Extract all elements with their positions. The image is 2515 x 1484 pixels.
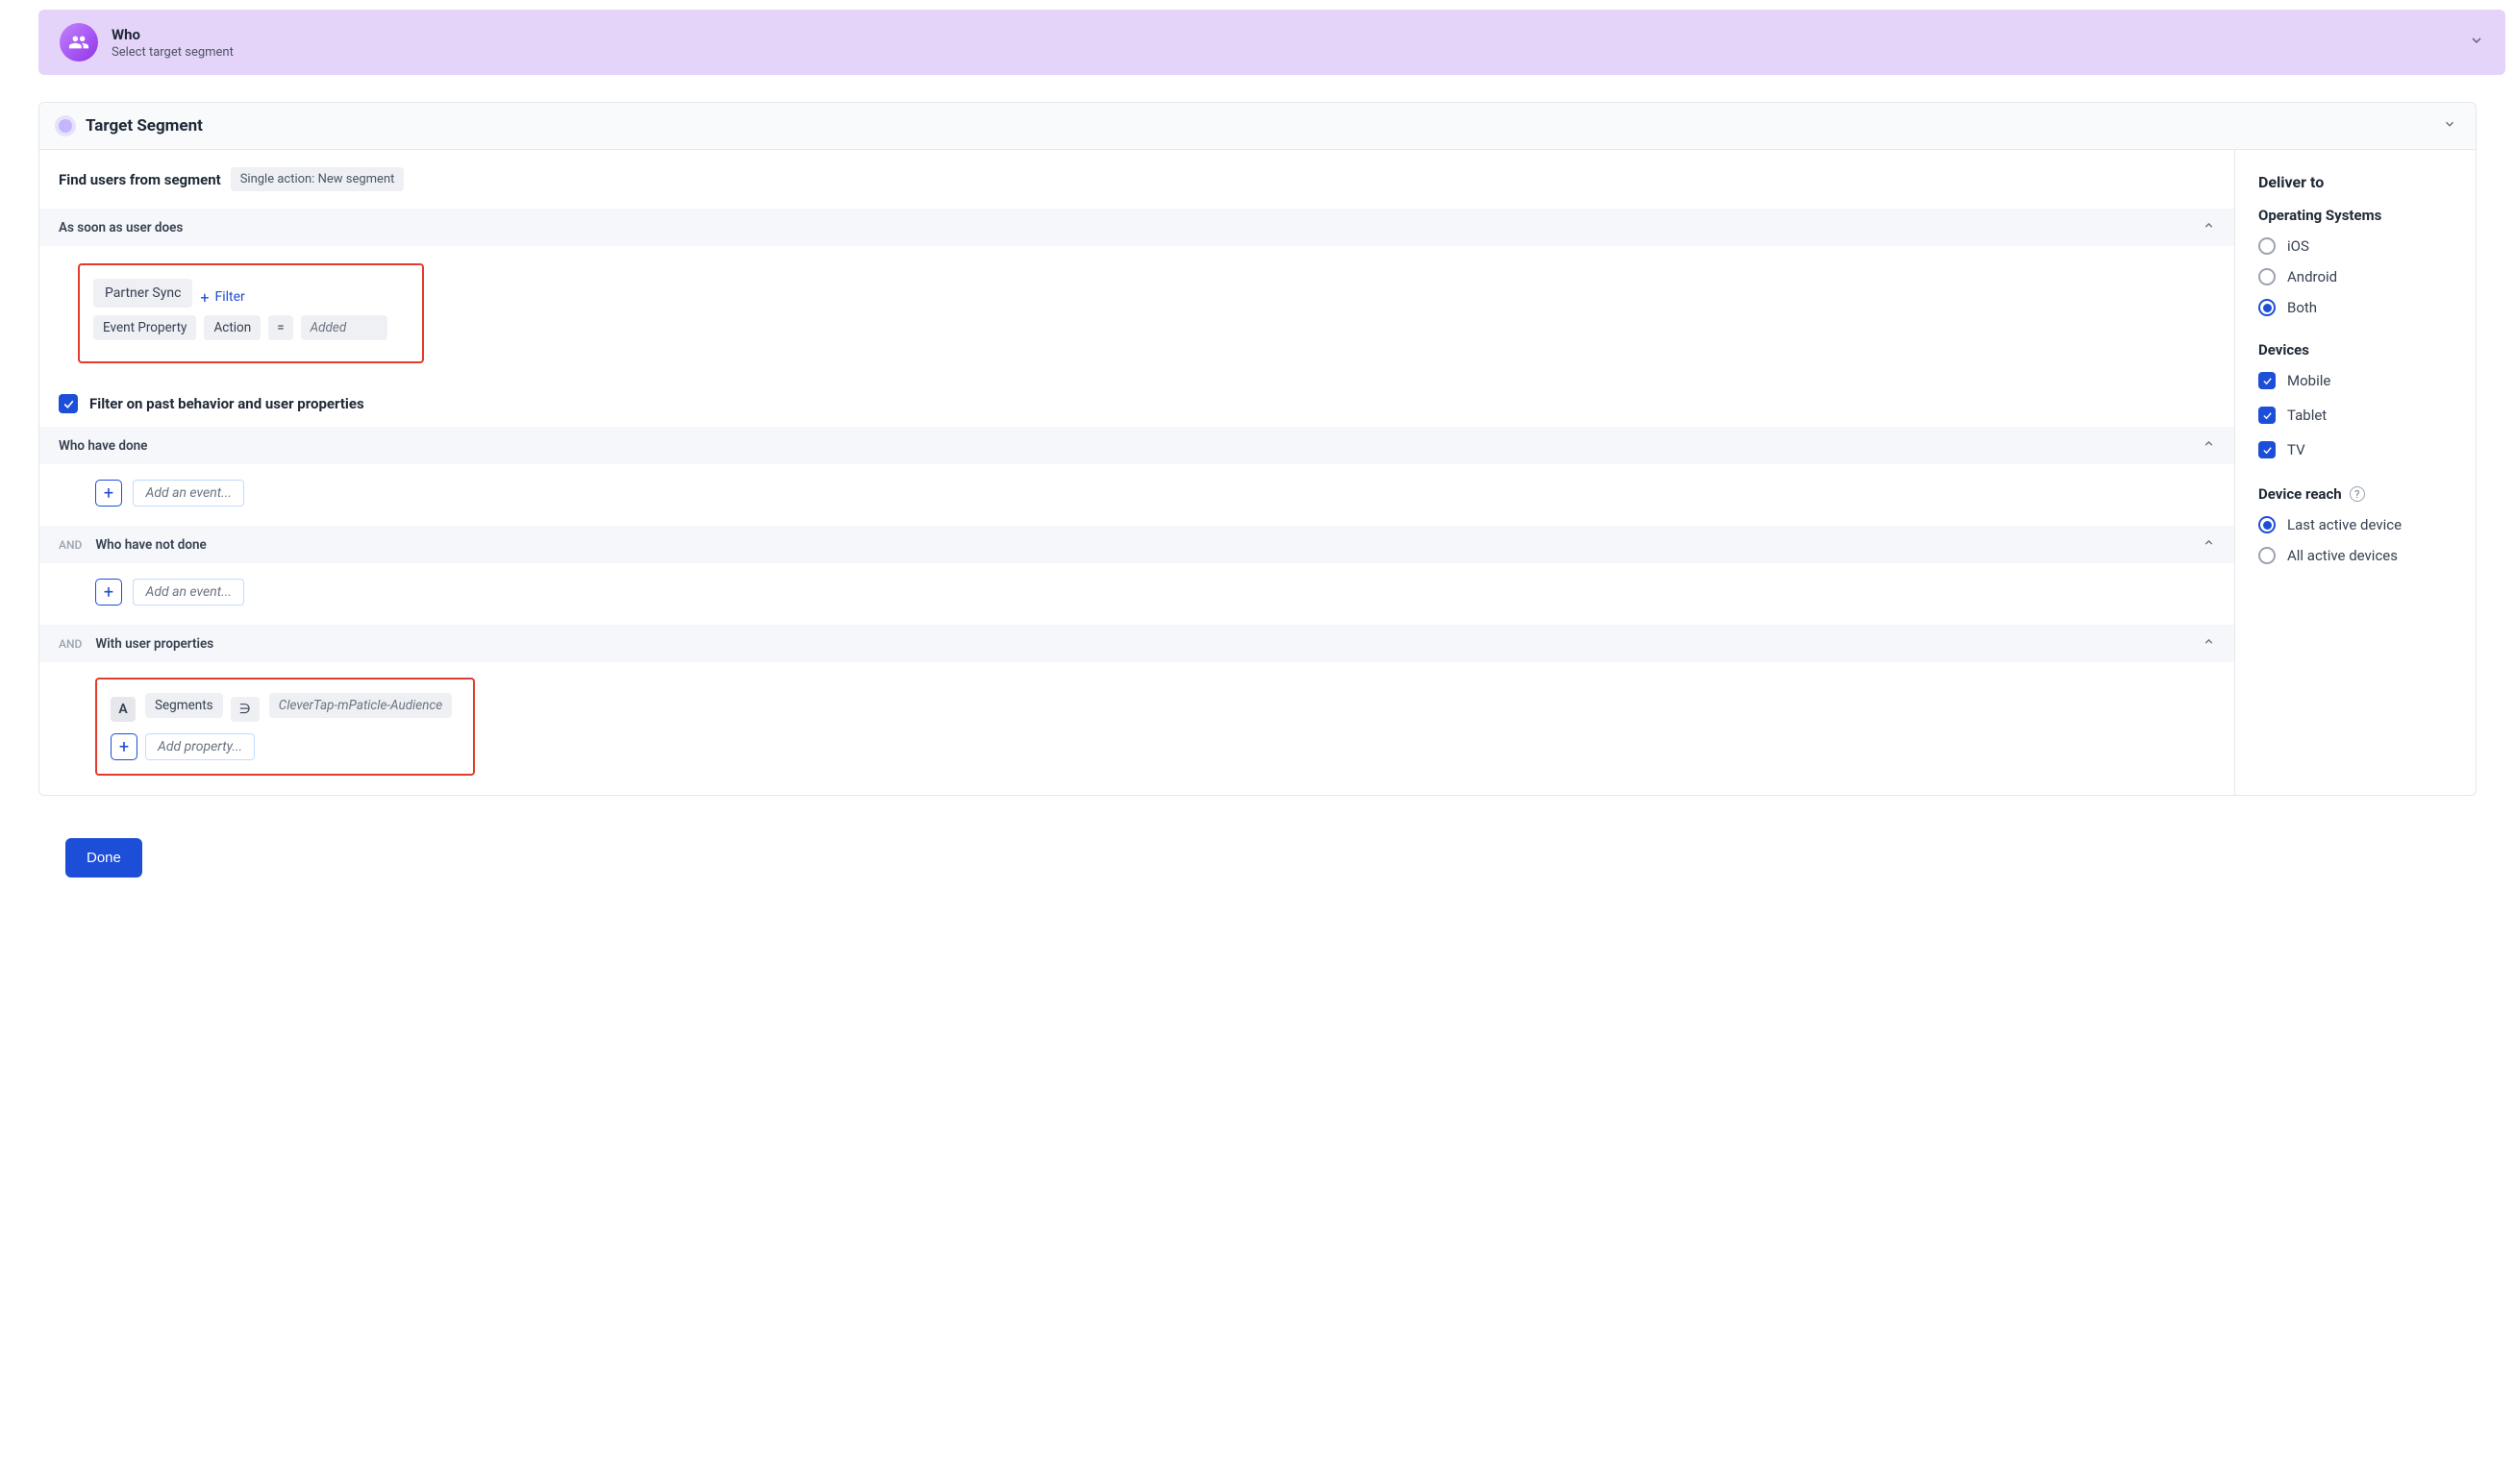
chevron-up-icon[interactable]: [2203, 437, 2215, 454]
device-mobile-label: Mobile: [2287, 372, 2330, 389]
past-behavior-checkbox[interactable]: [59, 394, 78, 413]
property-value-chip[interactable]: CleverTap-mPaticle-Audience: [269, 693, 452, 718]
reach-radio-last[interactable]: Last active device: [2258, 516, 2456, 533]
os-both-label: Both: [2287, 299, 2317, 316]
have-done-title: Who have done: [59, 438, 147, 454]
os-android-label: Android: [2287, 268, 2337, 285]
left-column: Find users from segment Single action: N…: [39, 150, 2235, 795]
chevron-down-icon[interactable]: [2443, 117, 2456, 135]
plus-icon: +: [200, 288, 209, 307]
checkbox-checked-icon: [2258, 441, 2276, 458]
who-title: Who: [112, 26, 234, 43]
chevron-up-icon[interactable]: [2203, 219, 2215, 235]
add-property-button[interactable]: +: [111, 733, 137, 760]
have-not-done-bar: AND Who have not done: [39, 526, 2234, 563]
radio-selected-icon: [2258, 299, 2276, 316]
os-heading: Operating Systems: [2258, 207, 2456, 224]
os-radio-ios[interactable]: iOS: [2258, 237, 2456, 255]
property-value-chip[interactable]: Added: [301, 315, 387, 340]
card-header: Target Segment: [39, 103, 2476, 150]
user-props-area: A Segments ∋ CleverTap-mPaticle-Audience…: [39, 662, 2234, 795]
operator-chip[interactable]: =: [268, 315, 292, 340]
device-tv-label: TV: [2287, 441, 2305, 458]
who-banner: Who Select target segment: [38, 10, 2505, 75]
past-behavior-label: Filter on past behavior and user propert…: [89, 395, 364, 412]
radio-icon: [2258, 237, 2276, 255]
trigger-section-title: As soon as user does: [59, 220, 183, 235]
clause-badge: A: [111, 697, 136, 722]
checkbox-checked-icon: [2258, 372, 2276, 389]
property-key-chip[interactable]: Segments: [145, 693, 223, 718]
card-title: Target Segment: [86, 116, 203, 136]
and-label: AND: [59, 637, 82, 651]
who-subtitle: Select target segment: [112, 45, 234, 60]
event-chip[interactable]: Partner Sync: [93, 279, 192, 308]
help-icon[interactable]: ?: [2350, 486, 2365, 502]
add-filter-link[interactable]: + Filter: [200, 288, 244, 307]
trigger-section-bar: As soon as user does: [39, 209, 2234, 246]
device-tablet-label: Tablet: [2287, 407, 2327, 424]
filter-link-label: Filter: [214, 289, 244, 305]
os-ios-label: iOS: [2287, 237, 2309, 255]
reach-all-label: All active devices: [2287, 547, 2398, 564]
deliver-to-heading: Deliver to: [2258, 173, 2456, 191]
trigger-highlight-box: Partner Sync + Filter Event Property Act…: [78, 263, 424, 363]
have-not-done-area: + Add an event...: [39, 563, 2234, 625]
radio-icon: [2258, 268, 2276, 285]
event-property-chip[interactable]: Event Property: [93, 315, 196, 340]
radio-selected-icon: [2258, 516, 2276, 533]
device-reach-heading: Device reach: [2258, 485, 2342, 503]
find-users-label: Find users from segment: [59, 171, 221, 188]
reach-last-label: Last active device: [2287, 516, 2402, 533]
os-radio-android[interactable]: Android: [2258, 268, 2456, 285]
who-text: Who Select target segment: [112, 26, 234, 60]
segment-pill[interactable]: Single action: New segment: [231, 167, 405, 191]
user-props-highlight-box: A Segments ∋ CleverTap-mPaticle-Audience…: [95, 678, 475, 776]
devices-heading: Devices: [2258, 341, 2456, 359]
add-event-button[interactable]: +: [95, 579, 122, 606]
find-users-row: Find users from segment Single action: N…: [39, 150, 2234, 209]
users-icon: [60, 23, 98, 62]
device-checkbox-mobile[interactable]: Mobile: [2258, 372, 2456, 389]
chevron-up-icon[interactable]: [2203, 635, 2215, 652]
done-button[interactable]: Done: [65, 838, 142, 878]
right-column: Deliver to Operating Systems iOS Android…: [2235, 150, 2476, 795]
user-props-title: With user properties: [95, 636, 213, 652]
and-label: AND: [59, 538, 82, 552]
have-done-bar: Who have done: [39, 427, 2234, 464]
trigger-filter-block: Partner Sync + Filter Event Property Act…: [39, 246, 2234, 384]
add-event-button[interactable]: +: [95, 480, 122, 507]
add-property-placeholder[interactable]: Add property...: [145, 733, 255, 760]
operator-chip[interactable]: ∋: [231, 697, 260, 722]
os-radio-both[interactable]: Both: [2258, 299, 2456, 316]
property-key-chip[interactable]: Action: [204, 315, 261, 340]
have-not-done-title: Who have not done: [95, 537, 206, 553]
checkbox-checked-icon: [2258, 407, 2276, 424]
chevron-up-icon[interactable]: [2203, 536, 2215, 553]
reach-radio-all[interactable]: All active devices: [2258, 547, 2456, 564]
past-behavior-checkbox-row: Filter on past behavior and user propert…: [39, 384, 2234, 427]
radio-icon: [2258, 547, 2276, 564]
add-event-placeholder[interactable]: Add an event...: [133, 480, 243, 507]
device-checkbox-tablet[interactable]: Tablet: [2258, 407, 2456, 424]
status-dot-icon: [59, 119, 72, 133]
have-done-area: + Add an event...: [39, 464, 2234, 526]
user-props-bar: AND With user properties: [39, 625, 2234, 662]
add-event-placeholder[interactable]: Add an event...: [133, 579, 243, 606]
target-segment-card: Target Segment Find users from segment S…: [38, 102, 2477, 796]
chevron-down-icon[interactable]: [2469, 33, 2484, 52]
device-checkbox-tv[interactable]: TV: [2258, 441, 2456, 458]
device-reach-row: Device reach ?: [2258, 485, 2456, 503]
